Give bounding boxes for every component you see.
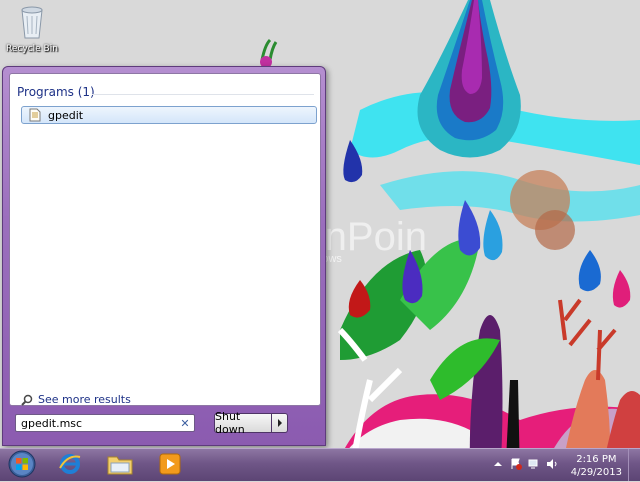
shutdown-options-button[interactable] (272, 413, 288, 433)
see-more-results-link[interactable]: See more results (21, 393, 131, 406)
result-item-label: gpedit (48, 108, 84, 122)
taskbar-windows-explorer[interactable] (100, 450, 140, 480)
start-menu: Programs (1) gpedit See more results gpe… (2, 66, 326, 446)
clock[interactable]: 2:16 PM 4/29/2013 (571, 453, 622, 479)
clock-time: 2:16 PM (576, 454, 617, 465)
clear-x-icon[interactable]: ✕ (178, 417, 192, 430)
start-search-input[interactable]: gpedit.msc ✕ (15, 414, 195, 432)
search-results-pane: Programs (1) gpedit See more results (9, 73, 321, 406)
recycle-bin-shortcut[interactable]: Recycle Bin (4, 4, 60, 54)
media-player-icon (159, 453, 181, 478)
arrow-right-icon (277, 417, 283, 430)
action-center-flag-icon[interactable] (510, 458, 522, 470)
recycle-bin-label: Recycle Bin (6, 44, 58, 54)
start-button[interactable] (2, 450, 42, 480)
show-hidden-icons-arrow-icon[interactable] (492, 458, 504, 470)
taskbar-media-player[interactable] (150, 450, 190, 480)
system-tray: 2:16 PM 4/29/2013 (480, 449, 640, 481)
taskbar-internet-explorer[interactable] (50, 450, 90, 480)
clock-date: 4/29/2013 (570, 467, 622, 478)
recycle-bin-icon (16, 6, 48, 43)
volume-icon[interactable] (546, 458, 558, 470)
heading-divider (92, 94, 314, 95)
shutdown-control: Shut down (214, 410, 288, 436)
programs-heading[interactable]: Programs (1) (17, 85, 95, 99)
shutdown-button[interactable]: Shut down (214, 410, 272, 436)
folder-icon (107, 453, 133, 478)
result-item-gpedit[interactable]: gpedit (21, 106, 317, 124)
ie-icon (58, 452, 82, 479)
windows-start-orb-icon (7, 449, 37, 482)
show-desktop-button[interactable] (628, 449, 640, 481)
see-more-label: See more results (38, 393, 131, 406)
search-icon (21, 394, 33, 406)
search-input-value[interactable]: gpedit.msc (21, 417, 178, 430)
gpedit-file-icon (28, 108, 42, 122)
taskbar: 2:16 PM 4/29/2013 (0, 448, 640, 481)
network-icon[interactable] (528, 458, 540, 470)
